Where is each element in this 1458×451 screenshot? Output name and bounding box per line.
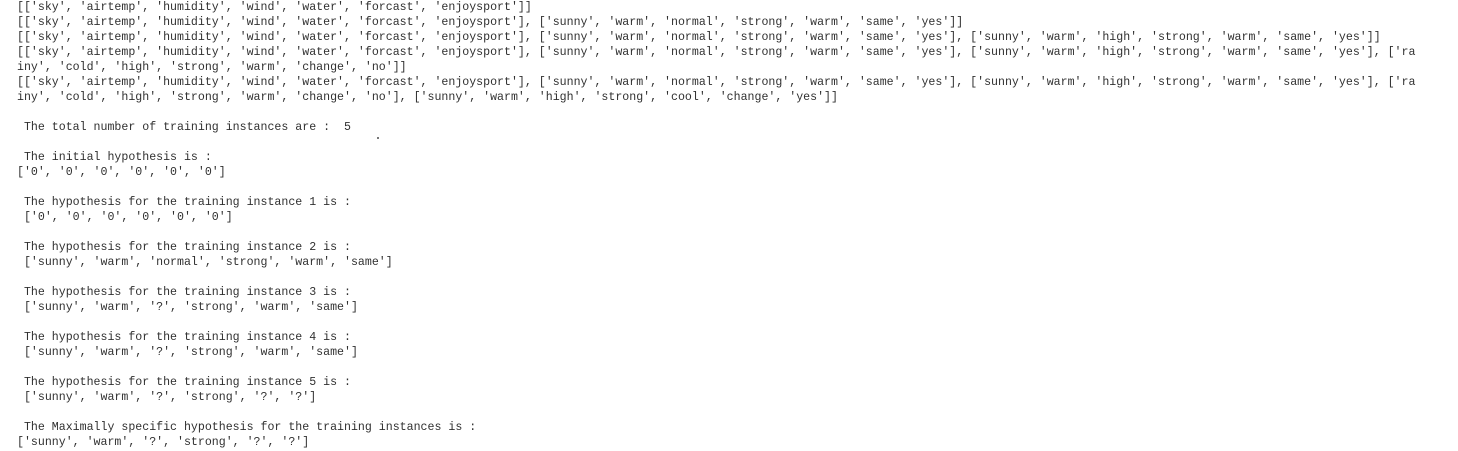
output-line: [['sky', 'airtemp', 'humidity', 'wind', … xyxy=(17,46,1416,59)
output-line: The hypothesis for the training instance… xyxy=(17,196,358,209)
output-line: ['sunny', 'warm', '?', 'strong', 'warm',… xyxy=(17,346,358,359)
output-line: iny', 'cold', 'high', 'strong', 'warm', … xyxy=(17,61,407,74)
output-line: ['sunny', 'warm', '?', 'strong', '?', '?… xyxy=(17,436,310,449)
cell-output: [['sky', 'airtemp', 'humidity', 'wind', … xyxy=(17,0,1415,450)
output-line: [['sky', 'airtemp', 'humidity', 'wind', … xyxy=(17,16,964,29)
output-line: [['sky', 'airtemp', 'humidity', 'wind', … xyxy=(17,76,1416,89)
output-line: ['sunny', 'warm', '?', 'strong', '?', '?… xyxy=(17,391,317,404)
output-line: The hypothesis for the training instance… xyxy=(17,331,358,344)
output-line: The Maximally specific hypothesis for th… xyxy=(17,421,484,434)
output-line: The hypothesis for the training instance… xyxy=(17,376,358,389)
output-line: The hypothesis for the training instance… xyxy=(17,241,358,254)
output-line: The total number of training instances a… xyxy=(17,121,351,134)
output-line: ['0', '0', '0', '0', '0', '0'] xyxy=(17,211,233,224)
output-line: The hypothesis for the training instance… xyxy=(17,286,358,299)
stray-dot xyxy=(377,137,379,139)
output-line: ['sunny', 'warm', 'normal', 'strong', 'w… xyxy=(17,256,393,269)
output-line: [['sky', 'airtemp', 'humidity', 'wind', … xyxy=(17,1,532,14)
output-line: ['0', '0', '0', '0', '0', '0'] xyxy=(17,166,226,179)
output-line: The initial hypothesis is : xyxy=(17,151,219,164)
output-line: ['sunny', 'warm', '?', 'strong', 'warm',… xyxy=(17,301,358,314)
output-line: [['sky', 'airtemp', 'humidity', 'wind', … xyxy=(17,31,1381,44)
output-line: iny', 'cold', 'high', 'strong', 'warm', … xyxy=(17,91,838,104)
